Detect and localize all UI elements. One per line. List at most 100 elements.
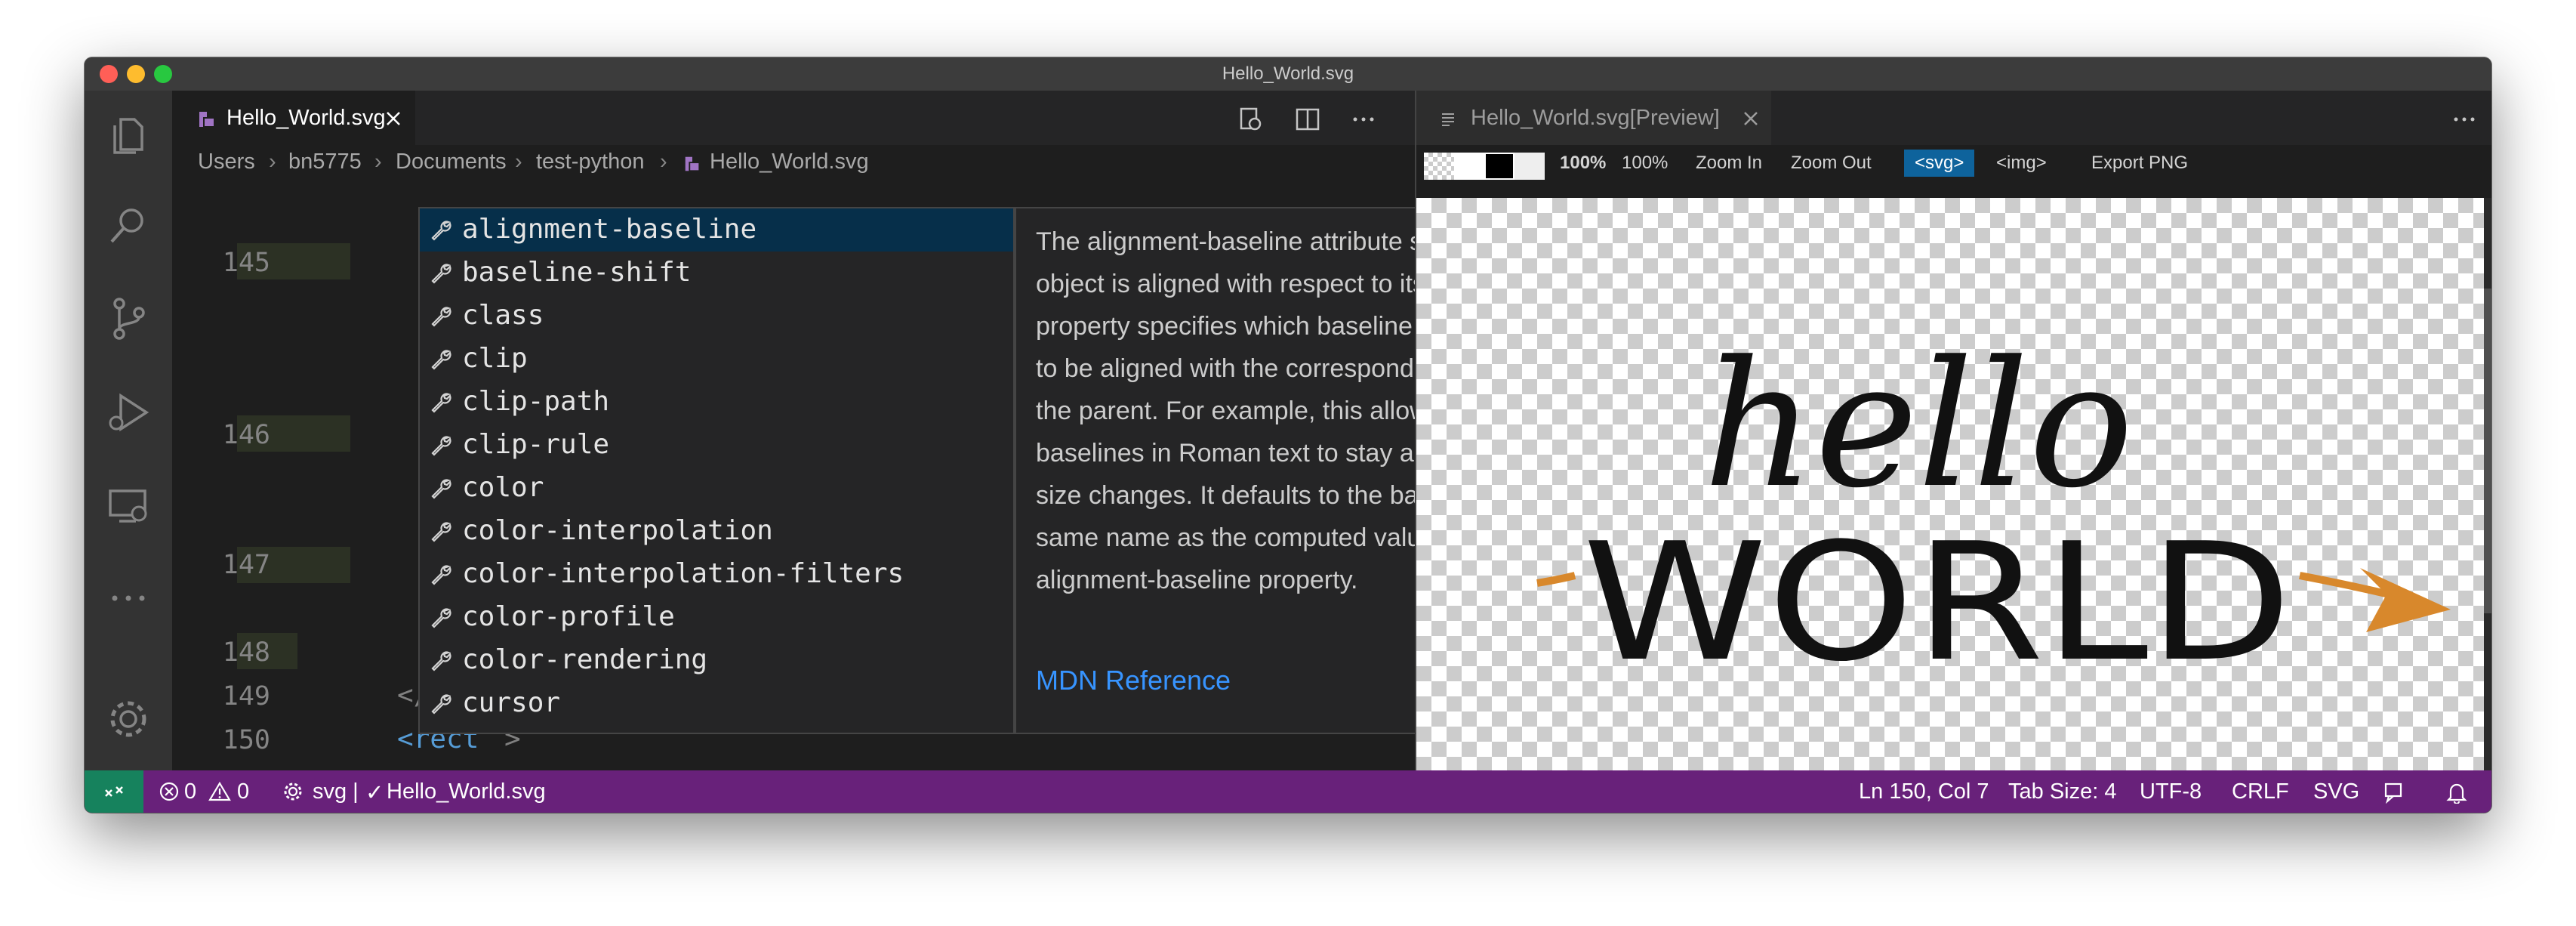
encoding[interactable]: UTF-8 (2140, 779, 2202, 804)
breadcrumb-item[interactable]: Documents (396, 150, 507, 174)
more-actions-icon[interactable] (1350, 106, 1377, 133)
more-actions-icon[interactable] (2451, 106, 2478, 133)
suggestion-label: clip-rule (462, 429, 610, 460)
language-status[interactable]: svg | (313, 779, 359, 804)
gear-icon (284, 782, 302, 801)
notifications-bell-icon[interactable] (2446, 781, 2467, 804)
breadcrumb-item[interactable]: Hello_World.svg (710, 150, 869, 174)
world-text: WORLD (1582, 508, 2292, 697)
chevron-right-icon: › (660, 150, 667, 174)
breadcrumb: Users › bn5775 › Documents › test-python… (172, 145, 1415, 181)
suggestion-label: alignment-baseline (462, 214, 757, 245)
suggestion-label: color-profile (462, 601, 675, 632)
file-status[interactable]: Hello_World.svg (387, 779, 546, 804)
remote-explorer-icon[interactable] (104, 482, 153, 530)
svg-file-icon (685, 156, 701, 172)
suggestion-item[interactable]: baseline-shift (420, 252, 1013, 295)
source-control-icon[interactable] (104, 295, 153, 343)
search-icon[interactable] (104, 201, 153, 249)
export-png-button[interactable]: Export PNG (2091, 153, 2188, 174)
close-window-button[interactable] (100, 65, 118, 83)
wrench-icon (431, 694, 451, 715)
wrench-icon (431, 307, 451, 327)
line-number: 149 (222, 681, 270, 711)
line-number: 148 (222, 637, 270, 668)
error-count[interactable]: 0 (184, 779, 196, 804)
suggestion-item[interactable]: color-profile (420, 596, 1013, 639)
suggestion-label: baseline-shift (462, 257, 692, 288)
warning-count[interactable]: 0 (237, 779, 249, 804)
breadcrumb-item[interactable]: test-python (536, 150, 644, 174)
close-tab-icon[interactable] (385, 110, 402, 127)
suggestion-item[interactable]: clip (420, 338, 1013, 381)
zoom-in-button[interactable]: Zoom In (1696, 153, 1762, 174)
run-debug-icon[interactable] (104, 388, 153, 437)
preview-tab-label: Hello_World.svg[Preview] (1471, 106, 1720, 130)
suggestion-label: clip-path (462, 386, 610, 417)
split-editor-icon[interactable] (1294, 106, 1321, 133)
settings-gear-icon[interactable] (104, 695, 153, 743)
suggestion-item[interactable]: color-interpolation (420, 510, 1013, 553)
suggestion-item[interactable]: color-interpolation-filters (420, 553, 1013, 596)
preview-tab-bar: Hello_World.svg[Preview] (1416, 91, 2491, 145)
minimize-window-button[interactable] (127, 65, 145, 83)
wrench-icon (431, 651, 451, 671)
remote-icon (105, 786, 123, 797)
tab-preview[interactable]: Hello_World.svg[Preview] (1416, 91, 1771, 145)
maximize-window-button[interactable] (154, 65, 172, 83)
tab-hello-world-svg[interactable]: Hello_World.svg (172, 91, 415, 145)
warning-icon[interactable] (208, 781, 231, 802)
mdn-reference-link[interactable]: MDN Reference (1036, 665, 1231, 696)
wrench-icon (431, 608, 451, 628)
suggestion-list[interactable]: alignment-baseline baseline-shift class … (418, 207, 1015, 734)
window-title: Hello_World.svg (1222, 63, 1354, 84)
svg-mode-button[interactable]: <svg> (1904, 150, 1975, 177)
remote-indicator[interactable] (85, 770, 143, 813)
wrench-icon (431, 221, 451, 241)
suggestion-item[interactable]: alignment-baseline (420, 208, 1013, 252)
background-swatches[interactable] (1424, 153, 1545, 180)
suggestion-item[interactable]: clip-path (420, 381, 1013, 424)
language-mode[interactable]: SVG (2313, 779, 2359, 804)
cursor-position[interactable]: Ln 150, Col 7 (1859, 779, 1989, 804)
suggestion-label: clip (462, 343, 528, 374)
suggestion-label: class (462, 300, 544, 331)
suggestion-label: color-rendering (462, 644, 708, 675)
hello-text: hello (1703, 325, 2134, 526)
zoom-out-button[interactable]: Zoom Out (1791, 153, 1872, 174)
tab-label: Hello_World.svg (226, 106, 386, 130)
wrench-icon (431, 479, 451, 499)
preview-toolbar: 100% 100% Zoom In Zoom Out <svg> <img> E… (1416, 145, 2491, 187)
chevron-right-icon: › (269, 150, 276, 174)
suggestion-item[interactable]: cursor (420, 682, 1013, 725)
wrench-icon (431, 393, 451, 413)
breadcrumb-item[interactable]: Users (198, 150, 255, 174)
tab-size[interactable]: Tab Size: 4 (2008, 779, 2116, 804)
line-number: 145 (222, 248, 270, 278)
svg-file-icon (199, 112, 215, 128)
suggestion-item[interactable]: color (420, 467, 1013, 510)
breadcrumb-item[interactable]: bn5775 (288, 150, 362, 174)
more-icon[interactable] (104, 574, 153, 622)
close-tab-icon[interactable] (1742, 110, 1759, 127)
preview-scrollbar[interactable] (2484, 198, 2491, 770)
preview-file-icon (1442, 113, 1454, 126)
suggestion-label: cursor (462, 687, 561, 718)
chevron-right-icon: › (515, 150, 522, 174)
check-icon: ✓ (365, 781, 384, 805)
error-icon[interactable] (159, 781, 180, 802)
line-number: 147 (222, 550, 270, 580)
vscode-window: Hello_World.svg Hello_World.svg Users › … (85, 57, 2491, 813)
img-mode-button[interactable]: <img> (1996, 153, 2047, 174)
zoom-100-button[interactable]: 100% (1622, 153, 1668, 174)
svg-preview-canvas[interactable]: hello WORLD (1416, 198, 2484, 770)
suggestion-item[interactable]: clip-rule (420, 424, 1013, 467)
files-icon[interactable] (104, 110, 153, 159)
open-changes-icon[interactable] (1237, 106, 1264, 133)
line-number: 146 (222, 420, 270, 450)
suggestion-label: color (462, 472, 544, 503)
suggestion-item[interactable]: class (420, 295, 1013, 338)
end-of-line[interactable]: CRLF (2232, 779, 2289, 804)
feedback-icon[interactable] (2383, 781, 2405, 804)
suggestion-item[interactable]: color-rendering (420, 639, 1013, 682)
